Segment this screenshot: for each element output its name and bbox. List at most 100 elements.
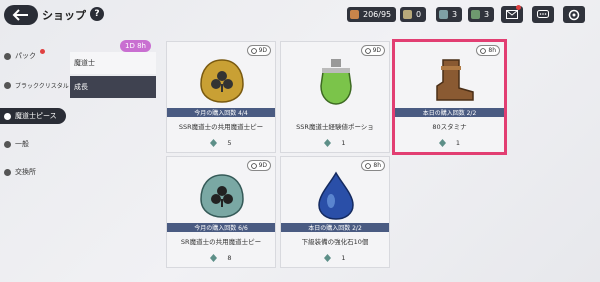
- purchase-limit-banner: 本日の購入回数 2/2: [395, 108, 504, 117]
- purchase-limit-banner: 本日の購入回数 2/2: [281, 223, 389, 232]
- shop-card[interactable]: 9D 今月の購入回数 6/6 SR魔道士の共用魔道士ピー 8: [166, 156, 276, 268]
- gem-icon: [210, 139, 218, 147]
- banner-text: 本日の購入回数 2/2: [308, 225, 362, 232]
- banner-text: 今月の購入回数 4/4: [194, 110, 248, 117]
- sidebar-item-black-crystal[interactable]: ブラッククリスタル: [4, 77, 69, 93]
- chat-button[interactable]: [532, 6, 554, 23]
- price: 8: [167, 254, 275, 262]
- exchange-icon: [4, 168, 11, 176]
- price-value: 8: [227, 254, 232, 262]
- general-icon: [4, 140, 11, 148]
- gem-icon: [324, 254, 332, 262]
- timer-badge: 9D: [360, 45, 385, 56]
- price-value: 1: [341, 254, 346, 262]
- green-potion-icon: [320, 59, 352, 105]
- sidebar-item-exchange[interactable]: 交換所: [4, 164, 36, 180]
- sidebar-item-pack[interactable]: パック: [4, 48, 45, 64]
- item-name: SSR魔道士の共用魔道士ピー: [178, 123, 264, 131]
- sidebar-item-label: ブラッククリスタル: [15, 82, 69, 90]
- timer-text: 9D: [258, 162, 267, 169]
- price: 5: [167, 139, 275, 147]
- gear-icon: [568, 9, 580, 20]
- gem-icon: [210, 254, 218, 262]
- timer-text: 8h: [373, 162, 381, 169]
- tab-label: 成長: [74, 83, 88, 91]
- time-badge: 1D 8h: [120, 40, 151, 52]
- timer-badge: 8h: [476, 45, 500, 56]
- price: 1: [281, 139, 389, 147]
- badge-text: 1D 8h: [125, 42, 146, 50]
- page-title: ショップ: [42, 9, 86, 22]
- help-button[interactable]: ?: [90, 7, 104, 21]
- purchase-limit-banner: 今月の購入回数 4/4: [167, 108, 275, 117]
- gem-icon: [324, 139, 332, 147]
- price-value: 5: [227, 139, 232, 147]
- gem-green-icon: [471, 10, 480, 19]
- sidebar-item-label: 魔道士ピース: [15, 112, 57, 120]
- timer-badge: 9D: [246, 45, 271, 56]
- item-name: 80スタミナ: [432, 123, 467, 131]
- timer-badge: 8h: [361, 160, 385, 171]
- timer-text: 9D: [372, 47, 381, 54]
- blue-stone-icon: [318, 171, 354, 220]
- boot-icon: [436, 59, 474, 101]
- gem-icon: [403, 10, 412, 19]
- resource-stamina[interactable]: 206/95: [347, 7, 397, 22]
- top-bar: ショップ ? 206/95 0 3 3: [0, 0, 600, 30]
- banner-text: 今月の購入回数 6/6: [194, 225, 248, 232]
- sidebar-item-label: 一般: [15, 140, 29, 148]
- clock-icon: [364, 47, 371, 54]
- price: 1: [281, 254, 389, 262]
- shop-card[interactable]: 9D SSR魔道士経験値ポーショ 1: [280, 41, 390, 153]
- sidebar-item-general[interactable]: 一般: [4, 136, 29, 152]
- shop-card-selected[interactable]: 8h 本日の購入回数 2/2 80スタミナ 1: [392, 39, 507, 155]
- shop-card[interactable]: 9D 今月の購入回数 4/4 SSR魔道士の共用魔道士ピー 5: [166, 41, 276, 153]
- price-value: 1: [455, 139, 461, 147]
- mail-icon: [506, 10, 518, 19]
- gem-blue-icon: [439, 10, 448, 19]
- timer-text: 8h: [488, 47, 496, 54]
- back-arrow-icon: [12, 9, 28, 21]
- resource-gem-blue[interactable]: 3: [436, 7, 463, 22]
- gem-icon: [438, 139, 446, 147]
- item-name: 下級装備の強化石10個: [301, 238, 369, 246]
- sidebar-item-mage-piece[interactable]: 魔道士ピース: [0, 108, 66, 124]
- shop-card[interactable]: 8h 本日の購入回数 2/2 下級装備の強化石10個 1: [280, 156, 390, 268]
- tab-mage[interactable]: 魔道士: [70, 52, 156, 74]
- sidebar-item-label: パック: [15, 52, 36, 60]
- banner-text: 本日の購入回数 2/2: [422, 110, 477, 117]
- price-value: 1: [341, 139, 346, 147]
- resource-value: 206/95: [363, 10, 392, 19]
- pack-icon: [4, 52, 11, 60]
- mage-piece-icon: [4, 112, 11, 120]
- resource-value: 0: [416, 10, 422, 19]
- gold-clover-emblem-icon: [200, 59, 244, 103]
- sub-tab-panel: 1D 8h 魔道士 成長: [70, 40, 156, 265]
- crystal-icon: [4, 81, 11, 89]
- resource-gem-green[interactable]: 3: [468, 7, 495, 22]
- resource-value: 3: [484, 10, 490, 19]
- purchase-limit-banner: 今月の購入回数 6/6: [167, 223, 275, 232]
- item-name: SR魔道士の共用魔道士ピー: [180, 238, 262, 246]
- clock-icon: [250, 162, 257, 169]
- mail-button[interactable]: [501, 5, 523, 23]
- stamina-icon: [350, 10, 359, 19]
- clock-icon: [480, 47, 487, 54]
- back-button[interactable]: [4, 5, 38, 25]
- silver-clover-emblem-icon: [200, 174, 244, 218]
- price: 1: [395, 139, 504, 147]
- clock-icon: [365, 162, 372, 169]
- sidebar-item-label: 交換所: [15, 168, 36, 176]
- notification-dot: [40, 48, 45, 54]
- chat-icon: [537, 9, 549, 18]
- clock-icon: [250, 47, 257, 54]
- timer-badge: 9D: [246, 160, 271, 171]
- resource-value: 3: [452, 10, 458, 19]
- timer-text: 9D: [258, 47, 267, 54]
- item-name: SSR魔道士経験値ポーショ: [296, 123, 374, 131]
- tab-label: 魔道士: [74, 59, 95, 67]
- resource-gem[interactable]: 0: [400, 7, 427, 22]
- settings-button[interactable]: [563, 6, 585, 23]
- tab-growth[interactable]: 成長: [70, 76, 156, 98]
- notification-dot: [516, 5, 521, 10]
